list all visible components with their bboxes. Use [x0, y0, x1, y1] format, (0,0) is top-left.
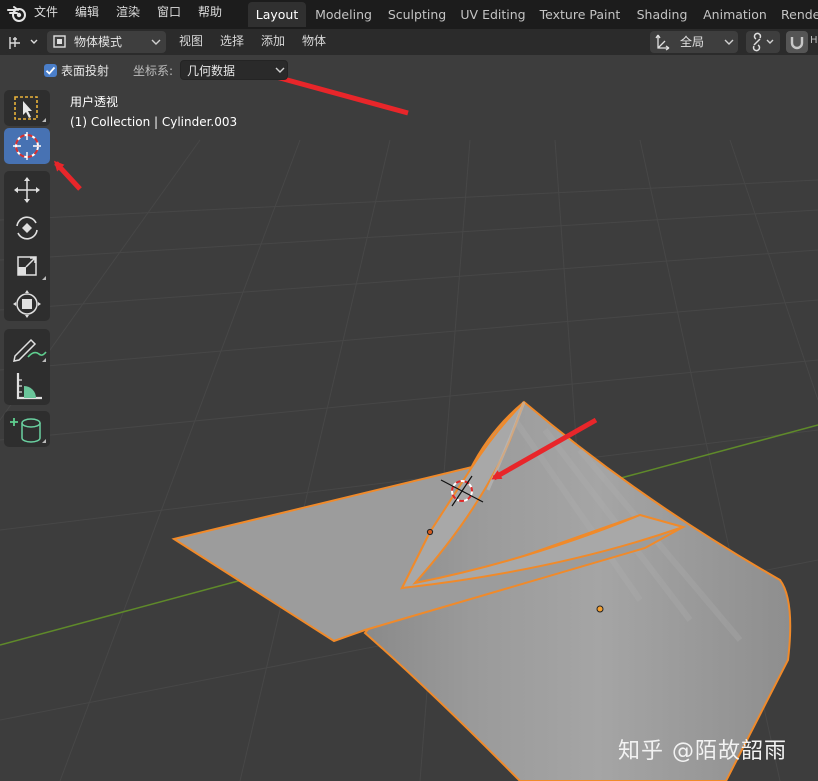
pivot-link-icon	[752, 32, 774, 52]
tool-measure[interactable]	[4, 368, 50, 404]
transform-orientation-dropdown[interactable]: 全局	[650, 31, 738, 53]
surface-project-label: 表面投射	[61, 64, 110, 78]
chevron-down-icon	[275, 67, 285, 73]
orientation-axes-icon	[655, 34, 670, 51]
orientation-value: 几何数据	[187, 64, 236, 78]
surface-project-checkbox[interactable]	[44, 64, 57, 77]
pivot-point-dropdown[interactable]	[746, 31, 780, 53]
tool-select-box[interactable]	[4, 90, 50, 126]
tool-settings-bar: 表面投射 坐标系: 几何数据	[0, 55, 818, 85]
header-cut-label: H	[810, 35, 818, 46]
top-menu-bar: 文件 编辑 渲染 窗口 帮助 Layout Modeling Sculpting…	[0, 0, 818, 29]
tab-uv-editing[interactable]: UV Editing	[459, 2, 527, 27]
object-origin-2	[426, 528, 434, 536]
blender-logo-icon[interactable]	[6, 4, 28, 24]
tool-cursor[interactable]	[4, 128, 50, 164]
tool-annotate[interactable]	[4, 330, 50, 366]
snap-magnet-button[interactable]	[786, 31, 808, 53]
object-origin	[596, 605, 604, 613]
tab-layout[interactable]: Layout	[248, 2, 306, 27]
viewport-scene	[0, 69, 818, 781]
chevron-down-icon	[724, 39, 734, 45]
object-info: (1) Collection | Cylinder.003	[70, 115, 238, 129]
editor-type-button[interactable]	[4, 31, 42, 53]
header-menu-add[interactable]: 添加	[261, 33, 285, 49]
tool-transform[interactable]	[4, 286, 50, 322]
annotate-pencil-icon	[13, 338, 47, 362]
header-menu-select[interactable]: 选择	[220, 33, 244, 49]
mode-label: 物体模式	[74, 35, 123, 49]
menu-file[interactable]: 文件	[34, 4, 58, 20]
tab-rendering[interactable]: Rende	[781, 2, 818, 27]
tab-shading[interactable]: Shading	[633, 2, 691, 27]
cursor-tool-icon	[13, 132, 41, 160]
tool-add-cube[interactable]	[4, 411, 50, 447]
transform-icon	[13, 290, 41, 318]
watermark: 知乎 @陌故韶雨	[618, 739, 787, 764]
editor-type-icon	[9, 37, 38, 49]
orientation-label: 坐标系:	[133, 64, 174, 78]
header-menu-view[interactable]: 视图	[179, 33, 203, 49]
rotate-icon	[16, 216, 38, 240]
3d-viewport[interactable]: 用户透视 (1) Collection | Cylinder.003	[0, 55, 818, 781]
scale-icon	[17, 256, 46, 280]
tab-modeling[interactable]: Modeling	[312, 2, 375, 27]
checkmark-icon	[45, 66, 56, 75]
magnet-icon	[790, 37, 804, 50]
header-menu-object[interactable]: 物体	[302, 33, 326, 49]
menu-window[interactable]: 窗口	[157, 4, 181, 20]
menu-edit[interactable]: 编辑	[75, 4, 99, 20]
tool-move[interactable]	[4, 172, 50, 208]
menu-render[interactable]: 渲染	[116, 4, 140, 20]
chevron-down-icon	[151, 39, 161, 45]
add-cylinder-icon	[10, 418, 46, 443]
measure-ruler-icon	[16, 373, 42, 400]
orientation-label: 全局	[680, 35, 705, 49]
tab-animation[interactable]: Animation	[700, 2, 770, 27]
tab-sculpting[interactable]: Sculpting	[384, 2, 450, 27]
move-icon	[14, 177, 40, 203]
tab-texture-paint[interactable]: Texture Paint	[537, 2, 623, 27]
menu-help[interactable]: 帮助	[198, 4, 222, 20]
view-name: 用户透视	[70, 95, 119, 109]
select-box-icon	[14, 96, 46, 122]
tool-scale[interactable]	[4, 248, 50, 284]
orientation-dropdown[interactable]: 几何数据	[180, 60, 288, 80]
mode-dropdown[interactable]: 物体模式	[47, 31, 166, 53]
viewport-header: 物体模式 视图 选择 添加 物体 全局 H	[0, 29, 818, 55]
tool-rotate[interactable]	[4, 210, 50, 246]
annotation-arrow	[53, 160, 82, 191]
object-mode-icon	[53, 35, 66, 48]
